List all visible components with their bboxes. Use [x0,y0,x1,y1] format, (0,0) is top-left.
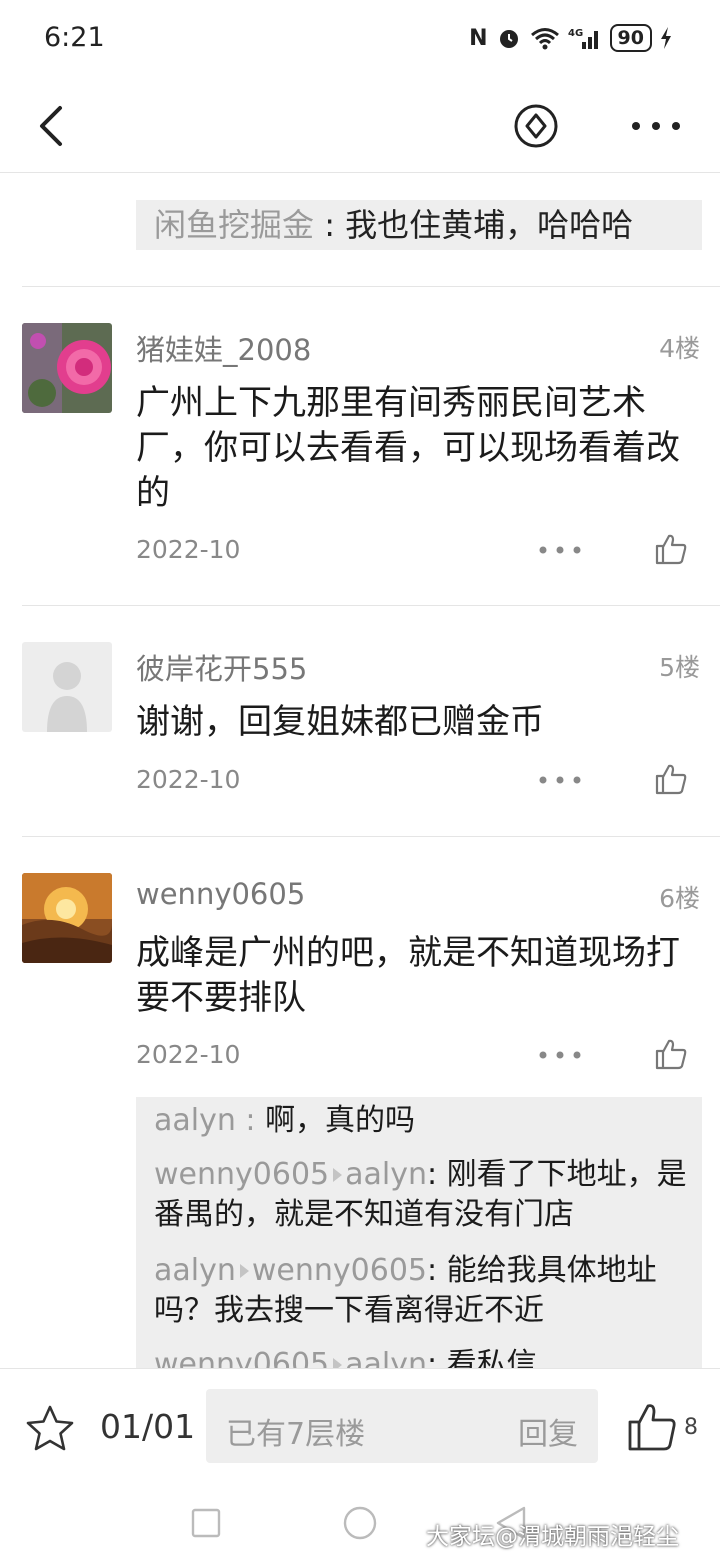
reply-to[interactable]: wenny0605 [252,1253,427,1288]
page-indicator[interactable]: 01/01 [100,1407,195,1446]
reply-arrow-icon [333,1167,343,1182]
back-icon[interactable] [30,102,74,150]
post-content: 广州上下九那里有间秀丽民间艺术厂，你可以去看看，可以现场看着改的 [136,383,680,513]
wifi-icon [530,28,559,50]
floor-number: 6楼 [659,884,700,913]
avatar[interactable] [22,873,112,963]
status-icons: N 4G 90 [469,24,672,52]
like-icon[interactable] [626,1401,678,1453]
nfc-icon: N [469,25,488,51]
home-icon[interactable] [342,1505,378,1541]
floor-number: 5楼 [659,653,700,682]
reply-arrow-icon [239,1263,249,1278]
sub-reply-box[interactable]: 闲鱼挖掘金 : 我也住黄埔，哈哈哈 [136,200,702,250]
recent-apps-icon[interactable] [190,1507,222,1539]
more-options-icon[interactable] [628,114,684,138]
avatar[interactable] [22,642,112,732]
thumbs-up-icon[interactable] [654,1037,688,1071]
more-icon[interactable] [538,1048,582,1062]
post-floor-5: 彼岸花开555 5楼 谢谢，回复姐妹都已赠金币 2022-10 [0,606,720,836]
sub-reply-text: 我也住黄埔，哈哈哈 [345,206,634,244]
more-icon[interactable] [538,543,582,557]
default-avatar-icon [47,662,87,732]
thumbs-up-icon[interactable] [654,532,688,566]
username[interactable]: wenny0605 [136,877,305,911]
status-bar: 6:21 N 4G 90 [0,0,720,80]
reply-from[interactable]: aalyn [154,1103,236,1138]
sunset-avatar-image [22,873,112,963]
replies-box: aalyn : 啊，真的吗 wenny0605 aalyn: 刚看了下地址，是番禺… [136,1097,702,1387]
avatar[interactable] [22,323,112,413]
reply-to[interactable]: aalyn [345,1157,427,1192]
username[interactable]: 猪娃娃_2008 [136,327,311,369]
sub-reply-name[interactable]: 闲鱼挖掘金 [154,206,314,244]
star-icon[interactable] [24,1403,76,1455]
post-date: 2022-10 [136,765,241,794]
reply-button[interactable]: 回复 [518,1409,578,1453]
post-content: 成峰是广州的吧，就是不知道现场打要不要排队 [136,933,680,1018]
reply-item[interactable]: wenny0605 aalyn: 刚看了下地址，是番禺的，就是不知道有没有门店 [154,1155,694,1235]
top-nav-bar [0,80,720,173]
sub-reply-sep: : [314,206,346,244]
watermark: 大家坛@渭城朝雨浥轻尘 [426,1524,679,1550]
reply-input-placeholder: 已有7层楼 [226,1417,366,1452]
post-content: 谢谢，回复姐妹都已赠金币 [136,702,544,742]
signal-icon: 4G [568,28,598,49]
status-time: 6:21 [44,22,105,53]
sub-reply-line: 闲鱼挖掘金 : 我也住黄埔，哈哈哈 [154,202,633,248]
reply-from[interactable]: aalyn [154,1253,236,1288]
post-date: 2022-10 [136,535,241,564]
reply-text: 啊，真的吗 [265,1103,416,1138]
reward-icon[interactable] [512,102,560,150]
bottom-bar: 01/01 已有7层楼 回复 8 大家坛@渭城朝雨浥轻尘 [0,1368,720,1561]
post-floor-4: 猪娃娃_2008 4楼 广州上下九那里有间秀丽民间艺术厂，你可以去看看，可以现场… [0,287,720,605]
alarm-icon [499,30,518,48]
reply-from[interactable]: wenny0605 [154,1157,329,1192]
thumbs-up-icon[interactable] [654,762,688,796]
like-count: 8 [684,1415,698,1440]
reply-input[interactable]: 已有7层楼 回复 [206,1389,598,1463]
svg-text:4G: 4G [568,28,583,39]
more-icon[interactable] [538,773,582,787]
post-date: 2022-10 [136,1040,241,1069]
charging-icon [661,27,671,49]
post-floor-6: wenny0605 6楼 成峰是广州的吧，就是不知道现场打要不要排队 2022-… [0,837,720,1387]
rose-avatar-image [22,323,112,413]
reply-item[interactable]: aalyn wenny0605: 能给我具体地址吗？我去搜一下看离得近不近 [154,1251,694,1331]
floor-number: 4楼 [659,334,700,363]
username[interactable]: 彼岸花开555 [136,646,307,688]
battery-indicator: 90 [609,24,652,52]
reply-item[interactable]: aalyn : 啊，真的吗 [154,1101,694,1141]
